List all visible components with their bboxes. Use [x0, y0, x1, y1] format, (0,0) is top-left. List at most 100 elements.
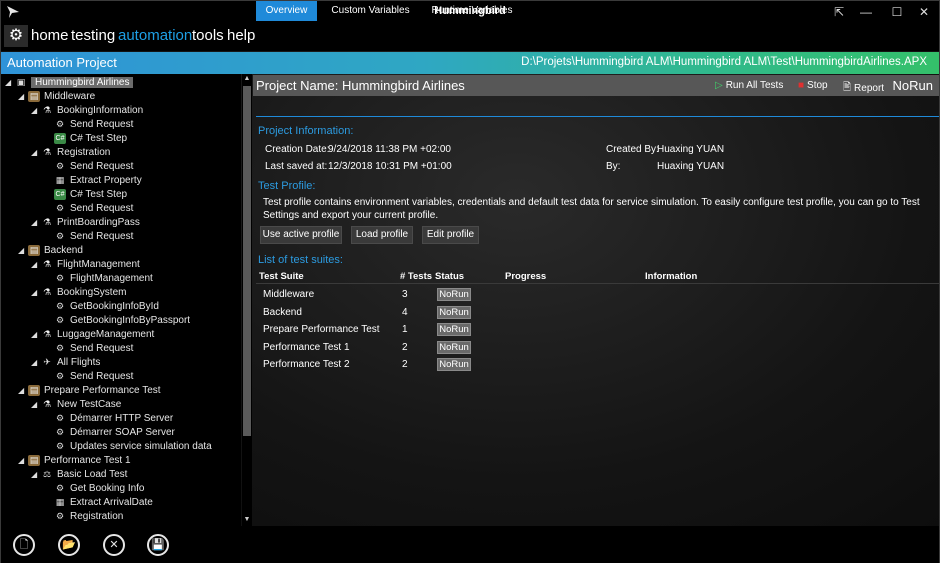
tree-node[interactable]: ◢ ⚗ LuggageManagement [31, 327, 154, 341]
tree-node[interactable]: ◢ ⚖ Basic Load Test [31, 467, 127, 481]
project-icon: ▣ [16, 76, 26, 87]
col-test-suite: Test Suite [259, 271, 304, 282]
tab-runtime-variables[interactable]: Runtime Variables [425, 1, 519, 21]
suite-name[interactable]: Performance Test 2 [263, 359, 350, 370]
tree-node-label: FlightManagement [57, 258, 140, 270]
tree-node[interactable]: ◢ ▤ Middleware [18, 89, 95, 103]
expand-arrow-icon[interactable]: ◢ [18, 92, 28, 101]
suite-name[interactable]: Backend [263, 307, 302, 318]
report-button[interactable]: 🖹 Report [843, 80, 884, 97]
project-header: Project Name: Hummingbird Airlines ▷ Run… [253, 75, 939, 96]
tree-node[interactable]: ⚙ Registration [44, 509, 123, 523]
close-project-icon[interactable]: ✕ [103, 534, 125, 556]
tree-node[interactable]: ⚙ Démarrer HTTP Server [44, 411, 173, 425]
tree-node[interactable]: ◢ ▤ Prepare Performance Test [18, 383, 161, 397]
use-active-profile-button[interactable]: Use active profile [260, 226, 342, 244]
expand-arrow-icon[interactable]: ◢ [31, 400, 41, 409]
tree-node-label: Performance Test 1 [44, 454, 131, 466]
tree-node[interactable]: ◢ ⚗ BookingInformation [31, 103, 143, 117]
expand-arrow-icon[interactable]: ◢ [18, 456, 28, 465]
tree-node[interactable]: ⚙ Send Request [44, 341, 133, 355]
tree-node-label: Basic Load Test [57, 468, 128, 480]
stop-button[interactable]: ■ Stop [798, 80, 828, 91]
tree-scrollbar[interactable]: ▲ ▼ [242, 74, 252, 526]
tree-node[interactable]: ⚙ Send Request [44, 117, 133, 131]
minimize-icon[interactable]: — [857, 3, 875, 21]
tree-node-label: Prepare Performance Test [44, 384, 161, 396]
load-profile-button[interactable]: Load profile [351, 226, 413, 244]
tree-node[interactable]: ◢ ▤ Performance Test 1 [18, 453, 131, 467]
suite-name[interactable]: Middleware [263, 289, 314, 300]
tree-node[interactable]: ⚙ GetBookingInfoById [44, 299, 159, 313]
tree-node-label: Registration [57, 146, 111, 158]
tree-node-label: LuggageManagement [57, 328, 155, 340]
tree-node[interactable]: ▦ Extract ArrivalDate [44, 495, 153, 509]
tree-node[interactable]: ⚙ Send Request [44, 201, 133, 215]
expand-arrow-icon[interactable]: ◢ [31, 288, 41, 297]
restore-icon[interactable]: ⇱ [830, 3, 848, 21]
gear-icon[interactable]: ⚙ [4, 25, 28, 47]
menu-tools[interactable]: tools [192, 27, 224, 44]
menu-help[interactable]: help [227, 27, 255, 44]
tree-node[interactable]: C# C# Test Step [44, 131, 127, 145]
menu-testing[interactable]: testing [71, 27, 115, 44]
suite-name[interactable]: Performance Test 1 [263, 342, 350, 353]
tree-node-label: Send Request [70, 160, 134, 172]
step-icon: ⚙ [55, 230, 65, 241]
tree-node[interactable]: ◢ ⚗ FlightManagement [31, 257, 140, 271]
new-file-icon[interactable]: 🗋 [13, 534, 35, 556]
tree-node[interactable]: ◢ ⚗ New TestCase [31, 397, 121, 411]
suite-test-count: 4 [402, 306, 408, 318]
expand-arrow-icon[interactable]: ◢ [31, 470, 41, 479]
maximize-icon[interactable]: ☐ [888, 3, 906, 21]
tree-node[interactable]: ◢ ⚗ BookingSystem [31, 285, 126, 299]
expand-arrow-icon[interactable]: ◢ [31, 260, 41, 269]
suite-name[interactable]: Prepare Performance Test [263, 324, 380, 335]
tree-node[interactable]: ◢ ⚗ Registration [31, 145, 110, 159]
expand-arrow-icon[interactable]: ◢ [18, 246, 28, 255]
expand-arrow-icon[interactable]: ◢ [31, 358, 41, 367]
save-icon[interactable]: 💾 [147, 534, 169, 556]
tree-node-label: Send Request [70, 370, 134, 382]
tree-node[interactable]: ◢ ▣ Hummingbird Airlines [5, 75, 134, 89]
tree-node[interactable]: ⚙ Get Booking Info [44, 481, 145, 495]
tree-node[interactable]: ◢ ▤ Backend [18, 243, 83, 257]
step-icon: ⚙ [55, 160, 65, 171]
project-tree[interactable]: ◢ ▣ Hummingbird Airlines ◢ ▤ Middleware ◢ ⚗ Book… [1, 74, 241, 526]
tree-node[interactable]: ⚙ Send Request [44, 229, 133, 243]
scroll-up-icon[interactable]: ▲ [242, 74, 252, 84]
testcase-icon: ⚗ [42, 146, 52, 157]
loadtest-icon: ⚖ [42, 468, 52, 479]
tree-node[interactable]: ⚙ GetBookingInfoByPassport [44, 313, 190, 327]
tree-node[interactable]: ◢ ⚗ PrintBoardingPass [31, 215, 140, 229]
expand-arrow-icon[interactable]: ◢ [31, 330, 41, 339]
tree-node[interactable]: ▦ Extract Property [44, 173, 142, 187]
csharp-icon: C# [54, 132, 66, 144]
scrollbar-thumb[interactable] [243, 86, 251, 436]
run-all-tests-button[interactable]: ▷ Run All Tests [715, 80, 783, 91]
tree-node[interactable]: ⚙ Send Request [44, 159, 133, 173]
tree-node[interactable]: C# C# Test Step [44, 187, 127, 201]
tree-node[interactable]: ⚙ Send Request [44, 369, 133, 383]
tree-node-label: Updates service simulation data [70, 440, 212, 452]
expand-arrow-icon[interactable]: ◢ [31, 218, 41, 227]
edit-profile-button[interactable]: Edit profile [422, 226, 479, 244]
open-folder-icon[interactable]: 📂 [58, 534, 80, 556]
tree-node-label: New TestCase [57, 398, 122, 410]
tree-node[interactable]: ⚙ FlightManagement [44, 271, 153, 285]
menu-automation[interactable]: automation [118, 27, 192, 44]
tab-custom-variables[interactable]: Custom Variables [324, 1, 417, 21]
tree-node[interactable]: ⚙ Updates service simulation data [44, 439, 212, 453]
close-icon[interactable]: ✕ [915, 3, 933, 21]
suite-icon: ▤ [28, 384, 40, 396]
extract-icon: ▦ [55, 174, 65, 185]
tree-node[interactable]: ⚙ Démarrer SOAP Server [44, 425, 175, 439]
tab-overview[interactable]: Overview [256, 1, 317, 21]
scroll-down-icon[interactable]: ▼ [242, 515, 252, 525]
expand-arrow-icon[interactable]: ◢ [18, 386, 28, 395]
expand-arrow-icon[interactable]: ◢ [5, 78, 15, 87]
expand-arrow-icon[interactable]: ◢ [31, 106, 41, 115]
tree-node[interactable]: ◢ ✈ All Flights [31, 355, 100, 369]
expand-arrow-icon[interactable]: ◢ [31, 148, 41, 157]
menu-home[interactable]: home [31, 27, 69, 44]
